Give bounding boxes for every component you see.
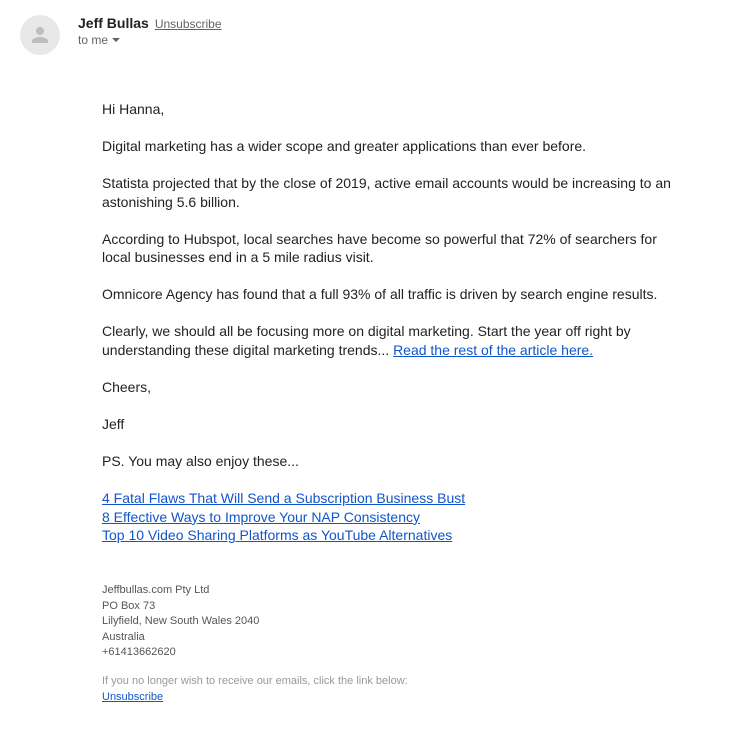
paragraph-5: Clearly, we should all be focusing more … <box>102 322 689 360</box>
recipient-text: to me <box>78 33 108 47</box>
recipient-line[interactable]: to me <box>78 33 222 47</box>
paragraph-4: Omnicore Agency has found that a full 93… <box>102 285 689 304</box>
footer-unsubscribe-text: If you no longer wish to receive our ema… <box>102 675 408 687</box>
email-body: Hi Hanna, Digital marketing has a wider … <box>20 100 719 705</box>
article-link-3[interactable]: Top 10 Video Sharing Platforms as YouTub… <box>102 527 452 543</box>
person-icon <box>28 23 52 47</box>
postscript: PS. You may also enjoy these... <box>102 452 689 471</box>
greeting: Hi Hanna, <box>102 100 689 119</box>
article-link-1[interactable]: 4 Fatal Flaws That Will Send a Subscript… <box>102 490 465 506</box>
sign-off-cheers: Cheers, <box>102 378 689 397</box>
footer-unsubscribe-link[interactable]: Unsubscribe <box>102 691 163 703</box>
chevron-down-icon <box>112 38 120 42</box>
sender-line: Jeff Bullas Unsubscribe <box>78 15 222 31</box>
article-links: 4 Fatal Flaws That Will Send a Subscript… <box>102 489 689 546</box>
paragraph-1: Digital marketing has a wider scope and … <box>102 137 689 156</box>
avatar[interactable] <box>20 15 60 55</box>
footer-unsubscribe: If you no longer wish to receive our ema… <box>102 674 689 705</box>
email-header: Jeff Bullas Unsubscribe to me <box>20 15 719 55</box>
unsubscribe-link[interactable]: Unsubscribe <box>155 17 222 31</box>
sign-off-name: Jeff <box>102 415 689 434</box>
sender-name: Jeff Bullas <box>78 15 149 31</box>
footer-address: Jeffbullas.com Pty Ltd PO Box 73 Lilyfie… <box>102 583 689 705</box>
footer-pobox: PO Box 73 <box>102 599 689 614</box>
read-article-link[interactable]: Read the rest of the article here. <box>393 342 593 358</box>
footer-phone: +61413662620 <box>102 645 689 660</box>
footer-country: Australia <box>102 630 689 645</box>
paragraph-2: Statista projected that by the close of … <box>102 174 689 212</box>
footer-company: Jeffbullas.com Pty Ltd <box>102 583 689 598</box>
header-info: Jeff Bullas Unsubscribe to me <box>78 15 222 47</box>
article-link-2[interactable]: 8 Effective Ways to Improve Your NAP Con… <box>102 509 420 525</box>
email-container: Jeff Bullas Unsubscribe to me Hi Hanna, … <box>0 0 739 720</box>
paragraph-3: According to Hubspot, local searches hav… <box>102 230 689 268</box>
footer-city: Lilyfield, New South Wales 2040 <box>102 614 689 629</box>
